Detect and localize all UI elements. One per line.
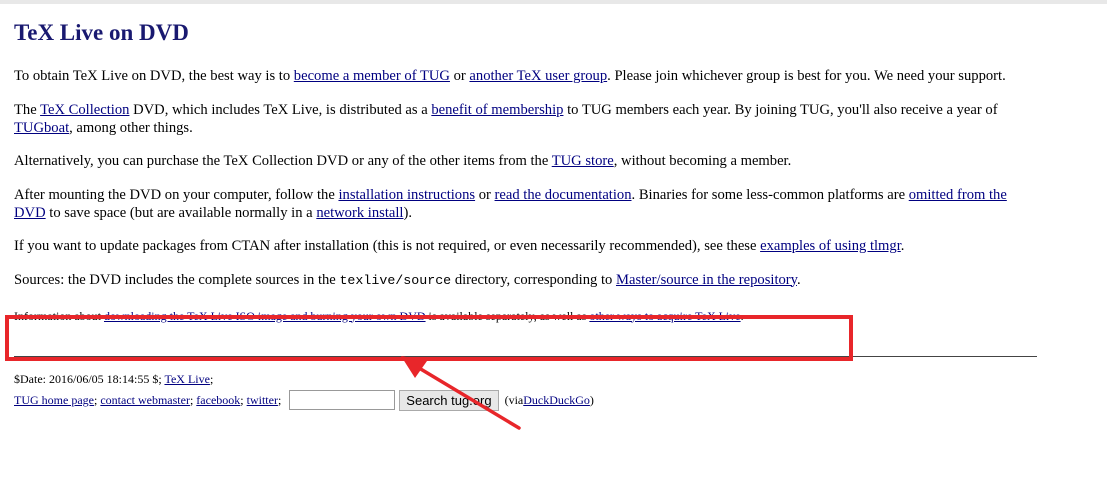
text: . [797, 271, 801, 288]
text: directory, corresponding to [451, 271, 616, 288]
link-network-install[interactable]: network install [316, 205, 403, 221]
footer-row-links: TUG home page; contact webmaster; facebo… [14, 389, 594, 411]
revision-date: $Date: 2016/06/05 18:14:55 $; [14, 372, 165, 386]
link-benefit-membership[interactable]: benefit of membership [431, 102, 563, 118]
link-master-source[interactable]: Master/source in the repository [616, 272, 797, 288]
paragraph-mounting: After mounting the DVD on your computer,… [14, 186, 1039, 222]
text: Information about [14, 308, 104, 323]
text: or [449, 68, 470, 84]
text: After mounting the DVD on your computer,… [14, 186, 339, 203]
footer-row-date: $Date: 2016/06/05 18:14:55 $; TeX Live; [14, 370, 594, 389]
search-input[interactable] [289, 390, 396, 410]
link-contact-webmaster[interactable]: contact webmaster [100, 391, 190, 410]
separator: ; [93, 392, 98, 407]
link-twitter[interactable]: twitter [247, 391, 278, 410]
text: ). [403, 204, 412, 221]
paragraph-collection: The TeX Collection DVD, which includes T… [14, 101, 1039, 137]
link-tugboat[interactable]: TUGboat [14, 120, 69, 136]
link-tug-home[interactable]: TUG home page [14, 391, 94, 410]
text: The [14, 101, 41, 118]
source-path: texlive/source [339, 272, 452, 288]
link-duckduckgo[interactable]: DuckDuckGo [523, 391, 590, 410]
separator: ; [240, 392, 244, 407]
via-text: (via [504, 392, 524, 407]
link-tex-collection[interactable]: TeX Collection [40, 102, 129, 118]
text: . [900, 238, 905, 254]
text: Alternatively, you can purchase the TeX … [14, 153, 552, 169]
text: , among other things. [69, 119, 193, 136]
paragraph-obtain: To obtain TeX Live on DVD, the best way … [14, 67, 1039, 85]
text: . [740, 308, 744, 323]
page-content: TeX Live on DVD To obtain TeX Live on DV… [14, 18, 1039, 324]
text: DVD, which includes TeX Live, is distrib… [129, 101, 432, 118]
footer: $Date: 2016/06/05 18:14:55 $; TeX Live; … [14, 370, 594, 411]
text: is available separately, as well as [425, 308, 590, 323]
text: To obtain TeX Live on DVD, the best way … [14, 68, 294, 84]
link-download-iso[interactable]: downloading the TeX Live ISO image and b… [104, 309, 426, 323]
link-facebook[interactable]: facebook [196, 391, 240, 410]
text: Sources: the DVD includes the complete s… [14, 271, 340, 288]
search-button[interactable]: Search tug.org [399, 389, 499, 411]
link-tlmgr-examples[interactable]: examples of using tlmgr [760, 238, 901, 254]
text: . Binaries for some less-common platform… [631, 186, 909, 203]
text: to save space (but are available normall… [45, 204, 317, 221]
footer-divider [14, 356, 1037, 357]
link-installation-instructions[interactable]: installation instructions [338, 187, 475, 203]
text: If you want to update packages from CTAN… [14, 238, 761, 254]
separator: ; [277, 392, 282, 407]
link-other-user-group[interactable]: another TeX user group [469, 68, 607, 84]
separator: ; [189, 392, 194, 407]
link-other-ways[interactable]: other ways to acquire TeX Live [589, 309, 740, 323]
link-read-documentation[interactable]: read the documentation [495, 187, 632, 203]
link-become-member[interactable]: become a member of TUG [294, 68, 450, 84]
text: to TUG members each year. By joining TUG… [563, 101, 998, 118]
paragraph-sources: Sources: the DVD includes the complete s… [14, 271, 1039, 290]
page-title: TeX Live on DVD [14, 20, 189, 45]
text: . Please join whichever group is best fo… [607, 68, 1006, 84]
browser-top-edge [0, 0, 1107, 4]
paragraph-purchase: Alternatively, you can purchase the TeX … [14, 152, 1039, 170]
link-footer-texlive[interactable]: TeX Live [164, 372, 209, 386]
via-text-end: ) [589, 392, 594, 407]
separator: ; [209, 372, 214, 386]
paragraph-update: If you want to update packages from CTAN… [14, 237, 1039, 255]
text: , without becoming a member. [613, 153, 792, 169]
link-tug-store[interactable]: TUG store [552, 153, 614, 169]
text: or [475, 186, 495, 203]
paragraph-iso-info: Information about downloading the TeX Li… [14, 309, 1039, 324]
